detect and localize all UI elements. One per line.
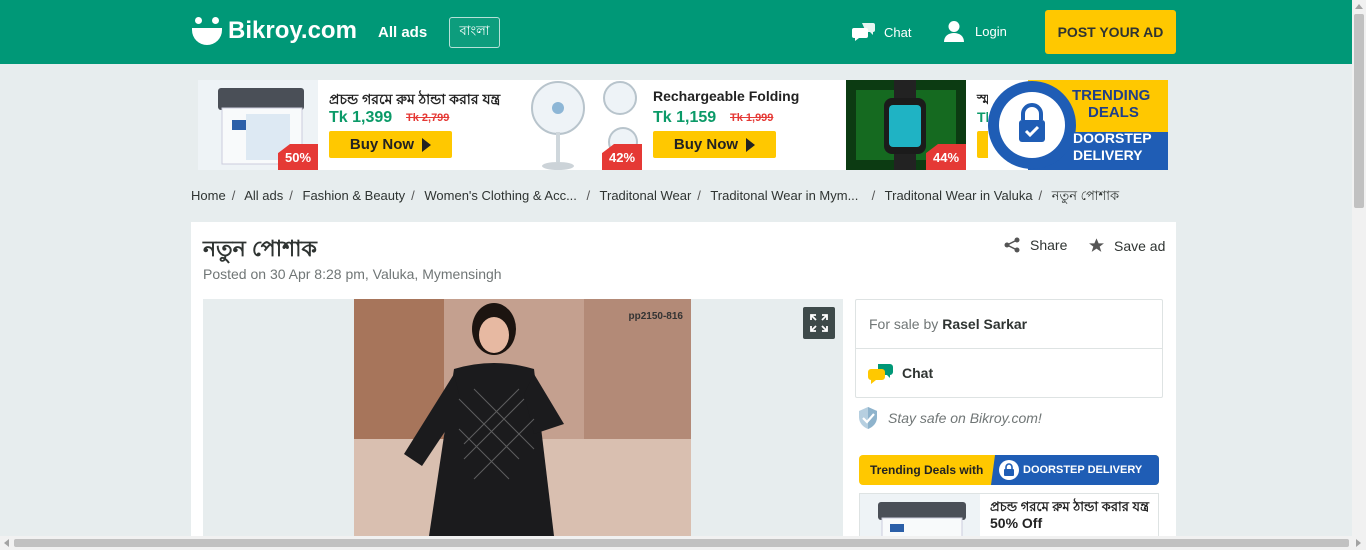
buy-now-label: Buy Now: [349, 136, 415, 153]
vertical-scrollbar[interactable]: [1352, 0, 1366, 536]
all-ads-link[interactable]: All ads: [378, 24, 427, 41]
breadcrumb: Home / All ads / Fashion & Beauty / Women's…: [191, 188, 1120, 203]
expand-icon: [810, 314, 828, 332]
vertical-scroll-thumb[interactable]: [1354, 14, 1364, 208]
save-label: Save ad: [1114, 237, 1166, 254]
buy-now-button[interactable]: Buy Now: [329, 131, 452, 158]
seller-box: For sale by Rasel Sarkar Chat: [855, 299, 1163, 398]
breadcrumb-traditional-mymensingh[interactable]: Traditonal Wear in Mym...: [710, 188, 858, 203]
breadcrumb-current: নতুন পোশাক: [1051, 188, 1120, 203]
posted-info: Posted on 30 Apr 8:28 pm, Valuka, Mymens…: [203, 266, 502, 282]
stay-safe-label: Stay safe on Bikroy.com!: [888, 410, 1042, 426]
buy-now-label: Buy Now: [673, 136, 739, 153]
share-label: Share: [1030, 237, 1068, 253]
banner-item-old-price: Tk 2,799: [406, 112, 450, 124]
trending-deal-discount: 50% Off: [990, 515, 1043, 531]
product-photo-graphic: [354, 299, 691, 536]
photo-code: pp2150-816: [628, 311, 683, 322]
breadcrumb-all-ads[interactable]: All ads: [244, 188, 283, 203]
breadcrumb-fashion-beauty[interactable]: Fashion & Beauty: [303, 188, 406, 203]
air-cooler-thumb: [860, 494, 980, 540]
banner-item-title: Rechargeable Folding: [653, 88, 800, 104]
chat-label: Chat: [902, 365, 934, 381]
buy-now-button[interactable]: Buy Now: [653, 131, 776, 158]
header-login-label: Login: [975, 23, 1007, 39]
logo[interactable]: Bikroy.com: [192, 17, 357, 45]
banner-item-price: Tk 1,399: [329, 109, 393, 126]
horizontal-scrollbar[interactable]: [0, 536, 1366, 550]
badge-doorstep-text: DOORSTEP: [1073, 130, 1152, 146]
breadcrumb-womens-clothing[interactable]: Women's Clothing & Acc...: [424, 188, 577, 203]
fullscreen-button[interactable]: [803, 307, 835, 339]
trending-deals-strip[interactable]: Trending Deals with DOORSTEP DELIVERY: [859, 455, 1159, 485]
seller-name[interactable]: Rasel Sarkar: [942, 316, 1027, 332]
page-title: নতুন পোশাক: [203, 236, 317, 261]
chat-button[interactable]: Chat: [856, 349, 1162, 397]
shield-check-icon: [859, 407, 877, 429]
breadcrumb-traditional-valuka[interactable]: Traditonal Wear in Valuka: [885, 188, 1033, 203]
post-ad-button[interactable]: POST YOUR AD: [1045, 10, 1176, 54]
chat-bubbles-icon: [868, 364, 893, 384]
header-chat-link[interactable]: Chat: [852, 22, 911, 42]
language-button[interactable]: বাংলা: [449, 17, 500, 48]
stay-safe-link[interactable]: Stay safe on Bikroy.com!: [857, 406, 1042, 430]
user-icon: [944, 21, 964, 42]
chevron-right-icon: [746, 137, 756, 152]
breadcrumb-home[interactable]: Home: [191, 188, 226, 203]
header-login-link[interactable]: Login: [943, 20, 1007, 42]
doorstep-delivery-label: DOORSTEP DELIVERY: [1023, 464, 1143, 476]
image-gallery[interactable]: pp2150-816: [203, 299, 843, 536]
badge-deals-text: DEALS: [1088, 104, 1139, 121]
share-icon: [1004, 237, 1020, 253]
seller-row: For sale by Rasel Sarkar: [856, 300, 1162, 349]
breadcrumb-traditional-wear[interactable]: Traditonal Wear: [600, 188, 692, 203]
share-button[interactable]: Share: [1004, 237, 1067, 253]
badge-trending-text: TRENDING: [1072, 87, 1151, 104]
banner-item-old-price: Tk 1,999: [730, 112, 774, 124]
promo-banner[interactable]: 50% প্রচন্ড গরমে রুম ঠান্ডা করার যন্ত্র …: [198, 80, 1168, 170]
trending-deal-item[interactable]: প্রচন্ড গরমে রুম ঠান্ডা করার যন্ত্র 50% …: [859, 493, 1159, 541]
chat-icon: [852, 23, 875, 41]
for-sale-by-label: For sale by: [869, 316, 939, 332]
site-header: Bikroy.com All ads বাংলা Chat Login POST…: [0, 0, 1352, 64]
logo-icon: [192, 17, 222, 45]
horizontal-scroll-thumb[interactable]: [14, 539, 1349, 547]
star-icon: [1089, 238, 1104, 252]
trending-label: Trending Deals with: [870, 463, 984, 477]
header-chat-label: Chat: [884, 24, 912, 40]
save-ad-button[interactable]: Save ad: [1088, 237, 1165, 254]
product-photo[interactable]: pp2150-816: [354, 299, 691, 536]
banner-item-price: Tk 1,159: [653, 109, 717, 126]
chevron-right-icon: [422, 137, 432, 152]
logo-text: Bikroy.com: [228, 17, 357, 44]
trending-deals-badge: TRENDING DEALS DOORSTEP DELIVERY: [988, 80, 1168, 170]
badge-delivery-text: DELIVERY: [1073, 147, 1143, 163]
